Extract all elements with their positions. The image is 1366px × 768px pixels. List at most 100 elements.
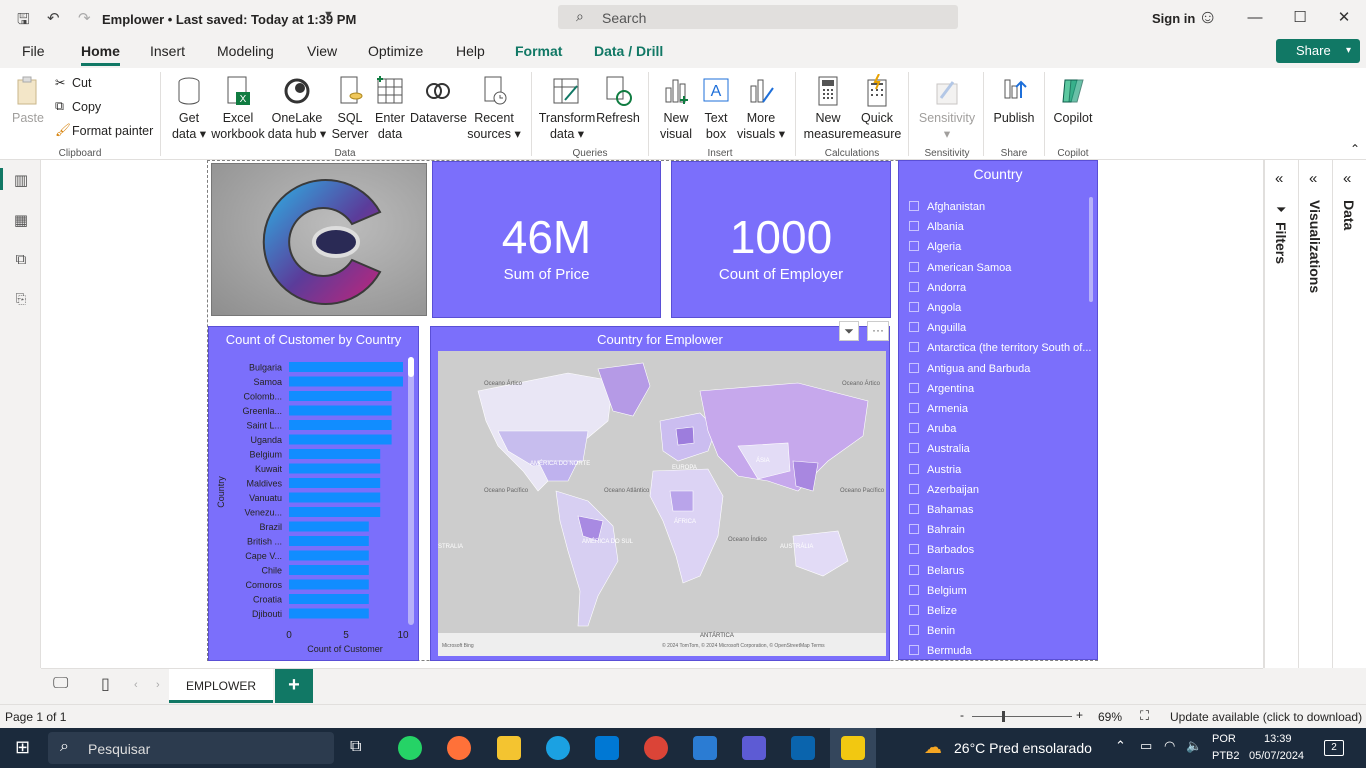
expand-icon[interactable]: « — [1309, 170, 1317, 187]
slicer-item[interactable]: Belarus — [909, 564, 964, 577]
file-explorer-icon[interactable] — [497, 736, 521, 760]
slicer-item[interactable]: Andorra — [909, 281, 966, 294]
zoom-in-button[interactable]: + — [1076, 708, 1083, 722]
menu-optimize[interactable]: Optimize — [368, 43, 423, 59]
task-view-icon[interactable]: ⧉ — [350, 738, 361, 756]
firefox-icon[interactable] — [447, 736, 471, 760]
desktop-layout-icon[interactable]: 🖵 — [53, 675, 68, 693]
bar[interactable] — [289, 420, 392, 430]
expand-icon[interactable]: « — [1275, 170, 1283, 187]
sensitivity-button[interactable]: Sensitivity ▾ — [914, 74, 980, 142]
next-page-icon[interactable]: › — [156, 679, 160, 691]
report-view-icon[interactable]: ▥ — [11, 171, 31, 189]
slicer-item[interactable]: Belgium — [909, 584, 967, 597]
menu-insert[interactable]: Insert — [150, 43, 185, 59]
language-code[interactable]: POR — [1212, 733, 1236, 745]
kpi-card-count-employer[interactable]: 1000 Count of Employer — [671, 161, 891, 318]
bar[interactable] — [289, 449, 381, 459]
menu-data-drill[interactable]: Data / Drill — [594, 43, 663, 59]
slicer-scrollbar[interactable] — [1089, 197, 1093, 302]
slicer-item[interactable]: American Samoa — [909, 261, 1011, 274]
dataverse-button[interactable]: Dataverse — [410, 74, 467, 126]
slicer-item[interactable]: Bahamas — [909, 504, 973, 516]
undo-icon[interactable]: ↶ — [47, 9, 60, 27]
quick-measure-button[interactable]: Quick measure — [852, 74, 902, 142]
checkbox[interactable] — [909, 342, 919, 353]
bar[interactable] — [289, 362, 403, 372]
chevron-up-icon[interactable]: ⌃ — [1115, 738, 1126, 754]
save-icon[interactable]: 🖫 — [17, 9, 30, 34]
powerbi-taskbar-button[interactable] — [830, 728, 876, 768]
filters-pane[interactable]: « ⏷ Filters — [1264, 160, 1298, 668]
format-painter-button[interactable]: Format painter — [72, 124, 153, 138]
country-slicer[interactable]: Country Afghanistan Albania Algeria America… — [898, 160, 1098, 660]
bar[interactable] — [289, 536, 369, 546]
chart-scrollbar[interactable] — [408, 357, 414, 625]
bar[interactable] — [289, 507, 381, 517]
slicer-item[interactable]: Argentina — [909, 382, 974, 395]
whatsapp-icon[interactable] — [398, 736, 422, 760]
wifi-icon[interactable]: ◠ — [1164, 738, 1175, 754]
slicer-item[interactable]: Bahrain — [909, 524, 965, 536]
fit-page-icon[interactable]: ⛶ — [1140, 708, 1149, 724]
menu-home[interactable]: Home — [81, 43, 120, 66]
checkbox[interactable] — [909, 544, 919, 555]
bar[interactable] — [289, 376, 403, 387]
volume-icon[interactable]: 🔈 — [1186, 738, 1202, 754]
copilot-app-icon[interactable] — [742, 736, 766, 760]
store-icon[interactable] — [595, 736, 619, 760]
checkbox[interactable] — [909, 241, 919, 252]
bar[interactable] — [289, 608, 369, 619]
kpi-card-sum-price[interactable]: 46M Sum of Price — [432, 161, 661, 318]
checkbox[interactable] — [909, 524, 919, 535]
chevron-down-icon[interactable]: ▼ — [323, 9, 334, 21]
weather-text[interactable]: 26°C Pred ensolarado — [954, 740, 1092, 756]
paste-button[interactable]: Paste — [10, 74, 46, 126]
checkbox[interactable] — [909, 443, 919, 454]
copy-button[interactable]: Copy — [72, 100, 101, 114]
zoom-slider[interactable] — [972, 716, 1072, 717]
onelake-button[interactable]: OneLake data hub ▾ — [267, 74, 327, 142]
checkbox[interactable] — [909, 403, 919, 413]
checkbox[interactable] — [909, 382, 919, 393]
sign-in-link[interactable]: Sign in — [1152, 11, 1195, 26]
checkbox[interactable] — [909, 281, 919, 292]
refresh-button[interactable]: Refresh — [596, 74, 640, 126]
visualizations-pane[interactable]: « Visualizations — [1298, 160, 1332, 668]
sql-server-button[interactable]: SQL Server — [330, 74, 370, 142]
menu-file[interactable]: File — [22, 43, 45, 59]
tab-emplower[interactable]: EMPLOWER — [169, 669, 273, 703]
filter-icon[interactable]: ⏷ — [839, 321, 859, 341]
clock-date[interactable]: 05/07/2024 — [1249, 750, 1304, 762]
menu-modeling[interactable]: Modeling — [217, 43, 274, 59]
checkbox[interactable] — [909, 362, 919, 373]
notification-badge[interactable]: 2 — [1324, 740, 1344, 756]
slicer-item[interactable]: Aruba — [909, 423, 956, 435]
battery-icon[interactable]: ▭ — [1140, 738, 1152, 754]
table-view-icon[interactable]: ▦ — [11, 211, 31, 229]
checkbox[interactable] — [909, 261, 919, 272]
add-page-button[interactable]: + — [275, 669, 313, 703]
cut-button[interactable]: Cut — [72, 76, 91, 90]
map-attribution[interactable]: © 2024 TomTom, © 2024 Microsoft Corporat… — [662, 643, 825, 649]
bar-chart-visual[interactable]: Count of Customer by Country Bulgaria Sam… — [208, 326, 419, 661]
expand-icon[interactable]: « — [1343, 170, 1351, 187]
map-canvas[interactable]: Oceano Ártico Oceano Ártico AMÉRICA DO N… — [438, 351, 886, 656]
chart-scrollbar-thumb[interactable] — [408, 357, 414, 377]
slicer-item[interactable]: Antigua and Barbuda — [909, 362, 1030, 375]
slicer-item[interactable]: Benin — [909, 625, 955, 637]
dax-query-icon[interactable]: ⎘ — [11, 291, 31, 309]
enter-data-button[interactable]: Enter data — [372, 74, 408, 142]
transform-data-button[interactable]: Transform data ▾ — [538, 74, 596, 142]
more-options-icon[interactable]: ··· — [867, 321, 889, 341]
new-measure-button[interactable]: New measure — [803, 74, 853, 142]
bar[interactable] — [289, 434, 392, 445]
slicer-item[interactable]: Albania — [909, 221, 964, 233]
bar[interactable] — [289, 594, 369, 604]
checkbox[interactable] — [909, 423, 919, 434]
checkbox[interactable] — [909, 302, 919, 312]
bar[interactable] — [289, 492, 381, 503]
clock-time[interactable]: 13:39 — [1264, 733, 1292, 745]
new-visual-button[interactable]: New visual — [656, 74, 696, 142]
more-visuals-button[interactable]: More visuals ▾ — [736, 74, 786, 142]
